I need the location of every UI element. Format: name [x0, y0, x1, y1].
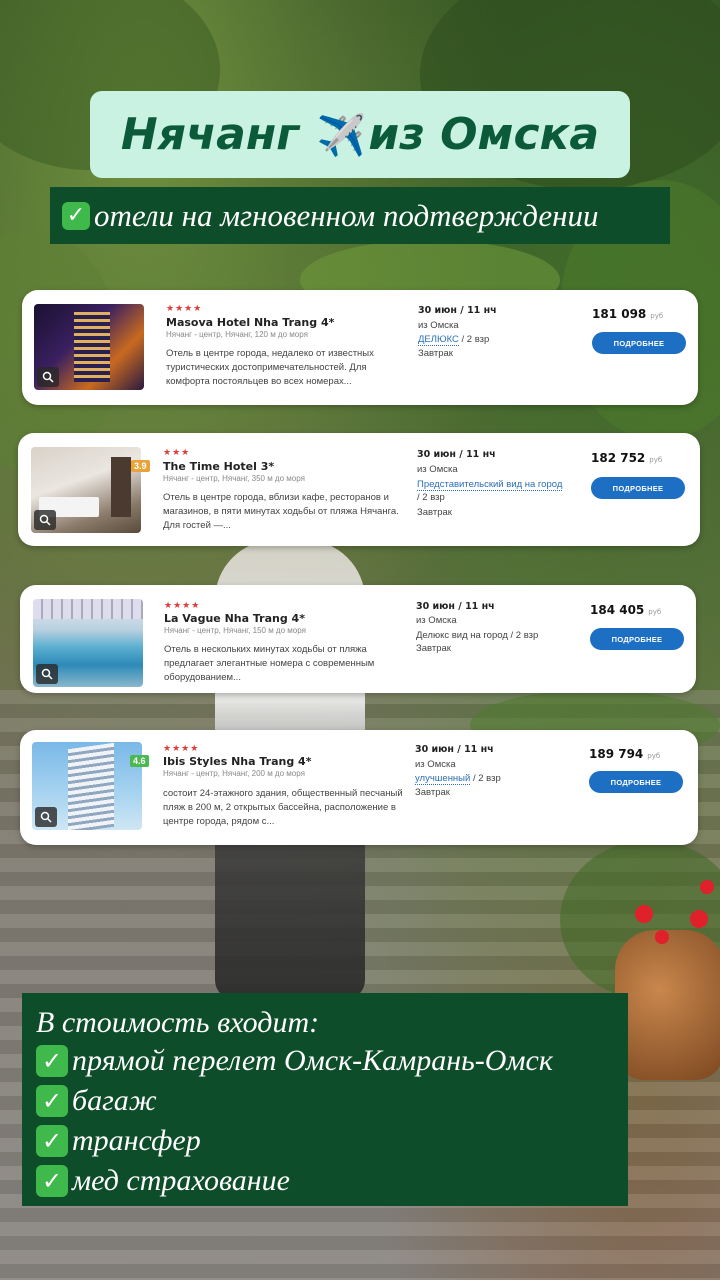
hotel-photo[interactable] [32, 742, 142, 830]
star-rating: ★★★★ [166, 303, 203, 313]
hotel-card[interactable]: 4.6 ★★★★ Ibis Styles Nha Trang 4* Нячанг… [20, 730, 698, 845]
hotel-description: Отель в центре города, вблизи кафе, рест… [163, 492, 399, 531]
hotel-card[interactable]: ★★★★ La Vague Nha Trang 4* Нячанг - цент… [20, 585, 696, 693]
search-icon[interactable] [37, 367, 59, 387]
rating-badge: 4.6 [130, 755, 149, 767]
price-currency: руб [650, 312, 664, 320]
price-value: 181 098 [592, 307, 647, 321]
price: 182 752 руб [591, 451, 662, 465]
price-value: 189 794 [589, 747, 644, 761]
subtitle-banner: ✓ отели на мгновенном подтверждении [50, 187, 670, 244]
price-value: 182 752 [591, 451, 646, 465]
room-guests: / 2 взр [470, 773, 501, 784]
included-item: ✓ багаж [36, 1081, 614, 1121]
search-icon[interactable] [34, 510, 56, 530]
hotel-name[interactable]: Masova Hotel Nha Trang 4* [166, 316, 334, 329]
price: 181 098 руб [592, 307, 663, 321]
price-value: 184 405 [590, 603, 645, 617]
subtitle: отели на мгновенном подтверждении [94, 197, 599, 233]
title-part-city: Нячанг [120, 109, 300, 160]
hotel-description: Отель в центре города, недалеко от извес… [166, 348, 374, 387]
included-item-label: прямой перелет Омск-Камрань-Омск [72, 1044, 553, 1077]
room-guests: Делюкс вид на город / 2 взр [416, 630, 539, 641]
meal-plan: Завтрак [415, 787, 450, 798]
trip-date: 30 июн / 11 нч [415, 744, 494, 755]
trip-date: 30 июн / 11 нч [416, 601, 495, 612]
price: 184 405 руб [590, 603, 661, 617]
meal-plan: Завтрак [417, 507, 452, 518]
star-rating: ★★★ [163, 447, 191, 457]
star-rating: ★★★★ [164, 600, 201, 610]
hotel-location: Нячанг - центр, Нячанг, 350 м до моря [163, 474, 305, 483]
star-rating: ★★★★ [163, 743, 200, 753]
title-part-origin: из Омска [368, 109, 600, 160]
hotel-name[interactable]: Ibis Styles Nha Trang 4* [163, 755, 311, 768]
price-currency: руб [647, 752, 661, 760]
meal-plan: Завтрак [418, 348, 453, 359]
checkmark-icon: ✓ [62, 201, 90, 230]
search-icon[interactable] [35, 807, 57, 827]
meal-plan: Завтрак [416, 643, 451, 654]
airplane-icon: ✈️ [316, 113, 367, 159]
hotel-card[interactable]: ★★★★ Masova Hotel Nha Trang 4* Нячанг - … [22, 290, 698, 405]
trip-date: 30 июн / 11 нч [417, 449, 496, 460]
rating-badge: 3.9 [131, 460, 150, 472]
details-button[interactable]: ПОДРОБНЕЕ [590, 628, 684, 650]
trip-departure: из Омска [416, 615, 457, 626]
hotel-card[interactable]: 3.9 ★★★ The Time Hotel 3* Нячанг - центр… [18, 433, 700, 546]
room-type: Представительский вид на город / 2 взр [417, 478, 567, 504]
checkmark-icon: ✓ [36, 1125, 68, 1157]
room-type: улучшенный / 2 взр [415, 772, 565, 785]
included-services-box: В стоимость входит: ✓ прямой перелет Омс… [22, 993, 628, 1206]
hotel-location: Нячанг - центр, Нячанг, 120 м до моря [166, 330, 308, 339]
room-type: Делюкс вид на город / 2 взр [416, 629, 586, 642]
hotel-description: Отель в нескольких минутах ходьбы от пля… [164, 644, 375, 683]
price-currency: руб [649, 456, 663, 464]
trip-date: 30 июн / 11 нч [418, 305, 497, 316]
checkmark-icon: ✓ [36, 1165, 68, 1197]
included-item: ✓ трансфер [36, 1121, 614, 1161]
page-title: Нячанг ✈️из Омска [121, 109, 599, 160]
included-item-label: мед страхование [72, 1164, 290, 1197]
details-button[interactable]: ПОДРОБНЕЕ [591, 477, 685, 499]
hotel-description: состоит 24-этажного здания, общественный… [163, 788, 403, 827]
price-currency: руб [648, 608, 662, 616]
room-guests: / 2 взр [417, 492, 445, 503]
hotel-name[interactable]: La Vague Nha Trang 4* [164, 612, 305, 625]
title-banner: Нячанг ✈️из Омска [90, 91, 630, 178]
included-item: ✓ мед страхование [36, 1161, 614, 1201]
price: 189 794 руб [589, 747, 660, 761]
trip-departure: из Омска [417, 464, 458, 475]
included-item-label: багаж [72, 1084, 157, 1117]
hotel-photo[interactable] [34, 304, 144, 390]
search-icon[interactable] [36, 664, 58, 684]
trip-departure: из Омска [415, 759, 456, 770]
hotel-location: Нячанг - центр, Нячанг, 150 м до моря [164, 626, 306, 635]
hotel-location: Нячанг - центр, Нячанг, 200 м до моря [163, 769, 305, 778]
included-item: ✓ прямой перелет Омск-Камрань-Омск [36, 1041, 614, 1081]
trip-departure: из Омска [418, 320, 459, 331]
hotel-photo[interactable] [33, 599, 143, 687]
room-type-link[interactable]: ДЕЛЮКС [418, 334, 459, 346]
included-title: В стоимость входит: [36, 1006, 320, 1039]
checkmark-icon: ✓ [36, 1085, 68, 1117]
room-type-link[interactable]: Представительский вид на город [417, 479, 563, 491]
room-type: ДЕЛЮКС / 2 взр [418, 333, 568, 346]
included-item-label: трансфер [72, 1124, 201, 1157]
room-type-link[interactable]: улучшенный [415, 773, 471, 785]
hotel-name[interactable]: The Time Hotel 3* [163, 460, 274, 473]
checkmark-icon: ✓ [36, 1045, 68, 1077]
room-guests: / 2 взр [458, 334, 490, 345]
hotel-photo[interactable] [31, 447, 141, 533]
details-button[interactable]: ПОДРОБНЕЕ [592, 332, 686, 354]
details-button[interactable]: ПОДРОБНЕЕ [589, 771, 683, 793]
